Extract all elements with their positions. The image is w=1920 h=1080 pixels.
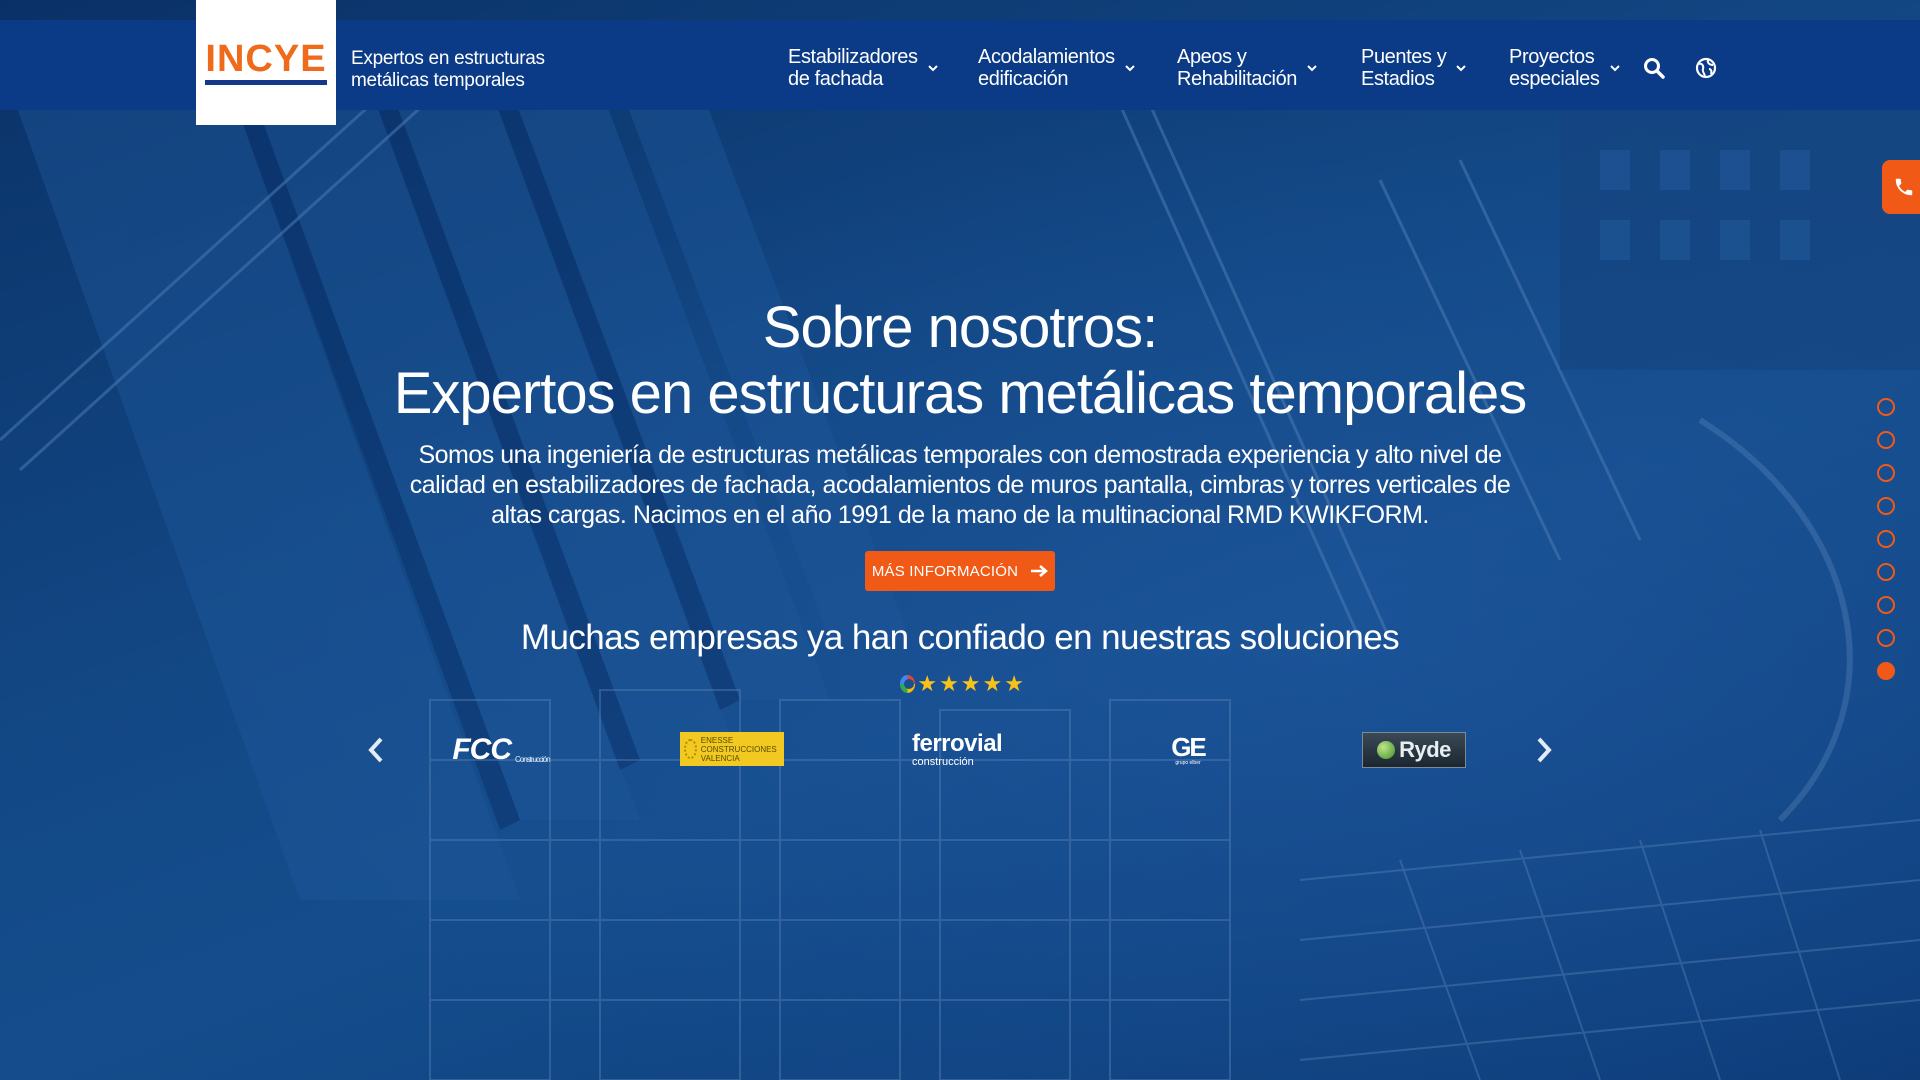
ferrovial-sub: construcción: [912, 756, 974, 768]
hero-title-line2: Expertos en estructuras metálicas tempor…: [393, 361, 1528, 426]
chevron-down-icon: [927, 65, 938, 72]
chevron-down-icon: [1307, 65, 1317, 72]
chevron-down-icon: [1609, 65, 1620, 72]
hero-title-line1: Sobre nosotros:: [762, 295, 1158, 360]
fcc-sub: Construcción: [514, 754, 551, 764]
star-icon: ★: [939, 671, 959, 696]
main-nav: Estabilizadores de fachada Acodalamiento…: [0, 46, 1920, 90]
more-info-button[interactable]: MÁS INFORMACIÓN: [865, 551, 1055, 591]
nav-item-estabilizadores[interactable]: Estabilizadores de fachada: [788, 46, 938, 90]
section-dot[interactable]: [1877, 530, 1895, 548]
globe-logo-icon: [1377, 741, 1396, 759]
star-icon: ★: [982, 671, 1003, 696]
nav-label: Estabilizadores de fachada: [788, 46, 918, 90]
nav-item-acodalamientos[interactable]: Acodalamientos edificación: [978, 46, 1135, 90]
star-icon: ★: [917, 671, 938, 696]
section-dot[interactable]: [1877, 596, 1895, 614]
search-icon[interactable]: [1642, 56, 1666, 80]
nav-label: Puentes y Estadios: [1361, 46, 1447, 90]
chevron-left-icon[interactable]: [364, 736, 388, 764]
section-dot[interactable]: [1877, 464, 1895, 482]
enesse-wordmark: ENESSE CONSTRUCCIONES VALENCIA: [700, 735, 777, 763]
client-logo-ferrovial: ferrovial construcción: [912, 728, 1012, 772]
chevron-right-icon[interactable]: [1532, 736, 1556, 764]
fcc-wordmark: FCC: [452, 733, 512, 766]
nav-item-puentes[interactable]: Puentes y Estadios: [1361, 46, 1467, 90]
sun-icon: [684, 739, 697, 759]
section-dot[interactable]: [1877, 431, 1895, 449]
ge-wordmark: GE: [1171, 732, 1207, 762]
hero-background: [0, 0, 1920, 1080]
section-pagination: [1877, 398, 1897, 695]
google-icon: [900, 675, 916, 693]
section-dot[interactable]: [1877, 398, 1895, 416]
section-dot[interactable]: [1877, 662, 1895, 680]
nav-label: Acodalamientos edificación: [978, 46, 1115, 90]
client-logo-enesse: ENESSE CONSTRUCCIONES VALENCIA: [680, 732, 784, 766]
section-dot[interactable]: [1877, 563, 1895, 581]
chevron-down-icon: [1125, 65, 1135, 72]
chevron-down-icon: [1456, 65, 1467, 72]
nav-label: Proyectos especiales: [1509, 46, 1600, 90]
ferrovial-wordmark: ferrovial: [912, 730, 1003, 757]
phone-icon: [1895, 178, 1913, 196]
section-dot[interactable]: [1877, 629, 1895, 647]
google-rating: ★ ★ ★ ★ ★: [900, 672, 1024, 696]
ryde-wordmark: Ryde: [1399, 737, 1451, 762]
client-logo-fcc: FCC Construcción: [452, 728, 551, 772]
arrow-right-icon: [1031, 565, 1049, 577]
more-info-label: MÁS INFORMACIÓN: [871, 562, 1019, 580]
nav-label: Apeos y Rehabilitación: [1177, 46, 1298, 90]
hero-description: Somos una ingeniería de estructuras metá…: [409, 441, 1511, 529]
star-icon: ★: [960, 671, 981, 696]
phone-button[interactable]: [1882, 160, 1920, 214]
client-logo-ge: GE grupo elber: [1165, 728, 1211, 772]
nav-item-apeos[interactable]: Apeos y Rehabilitación: [1177, 46, 1317, 90]
client-logo-ryde: Ryde: [1362, 732, 1466, 768]
globe-icon[interactable]: [1694, 56, 1718, 80]
ge-sub: grupo elber: [1175, 760, 1201, 766]
clients-carousel: FCC Construcción ENESSE CONSTRUCCIONES V…: [0, 720, 1920, 780]
star-icon: ★: [1004, 671, 1024, 696]
nav-item-proyectos[interactable]: Proyectos especiales: [1509, 46, 1620, 90]
section-dot[interactable]: [1877, 497, 1895, 515]
trust-heading: Muchas empresas ya han confiado en nuest…: [520, 618, 1400, 657]
